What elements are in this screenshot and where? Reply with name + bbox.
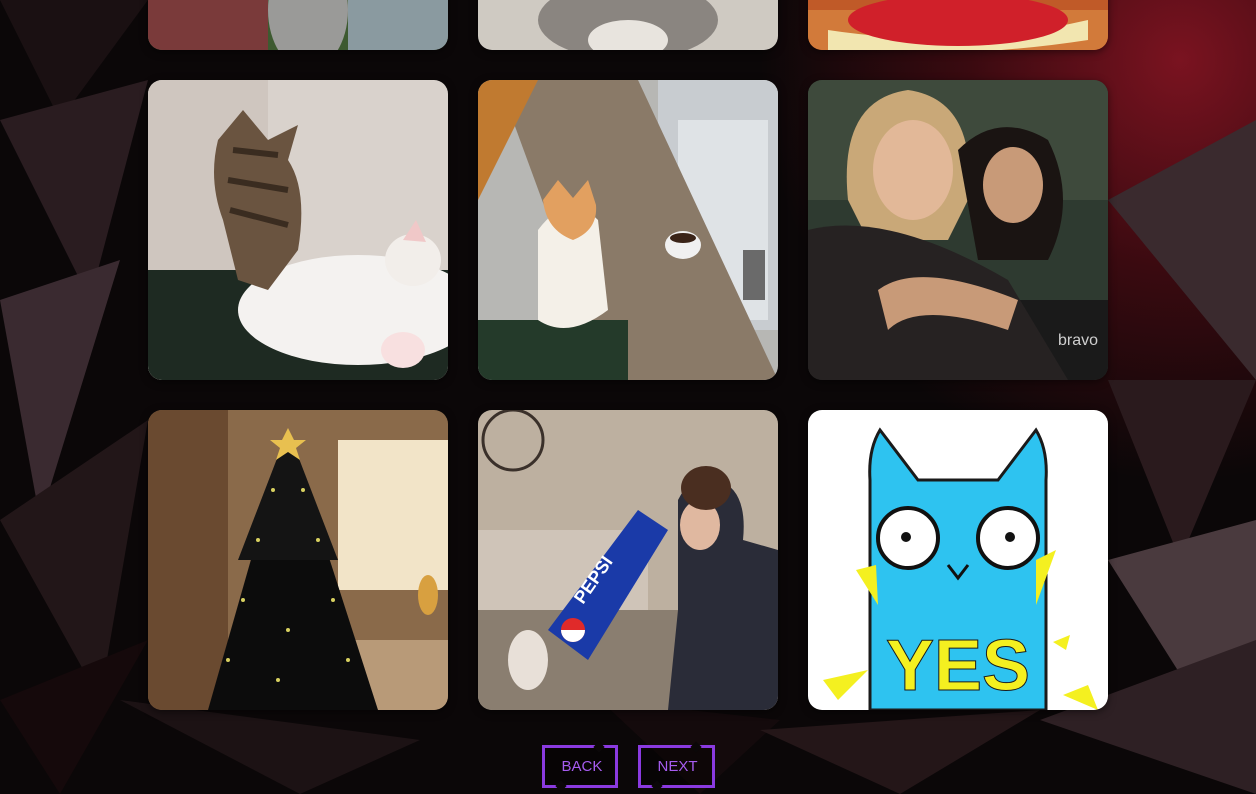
- gif-tile-cat-christmas-tree[interactable]: [148, 410, 448, 710]
- next-button[interactable]: NEXT: [637, 745, 715, 788]
- cat-on-lace-image: [478, 0, 778, 50]
- gif-tile-cat-at-cafe-counter[interactable]: [478, 80, 778, 380]
- gif-tile-women-hug[interactable]: bravo: [808, 80, 1108, 380]
- woman-pepsi-box-cat-image: PEPSI: [478, 410, 778, 710]
- cat-at-cafe-counter-image: [478, 80, 778, 380]
- pagination: BACK NEXT: [0, 745, 1256, 788]
- gif-tile-blue-cat-yes[interactable]: YES: [808, 410, 1108, 710]
- blue-cat-yes-image: YES: [808, 410, 1108, 710]
- kitten-massage-image: [148, 80, 448, 380]
- cat-christmas-tree-image: [148, 410, 448, 710]
- back-button[interactable]: BACK: [541, 745, 618, 788]
- gif-tile-kitten-massage[interactable]: [148, 80, 448, 380]
- gif-tile-tabby-cat-outdoors[interactable]: [148, 0, 448, 50]
- yes-text: YES: [886, 626, 1030, 706]
- gif-tile-woman-pepsi-box-cat[interactable]: PEPSI: [478, 410, 778, 710]
- gif-tile-cat-on-lace[interactable]: [478, 0, 778, 50]
- red-cake-image: [808, 0, 1108, 50]
- women-hug-image: bravo: [808, 80, 1108, 380]
- gif-tile-red-cake[interactable]: [808, 0, 1108, 50]
- tabby-cat-outdoors-image: [148, 0, 448, 50]
- bravo-watermark: bravo: [1058, 332, 1098, 349]
- gif-grid: bravo PEPSI YES: [148, 0, 1108, 710]
